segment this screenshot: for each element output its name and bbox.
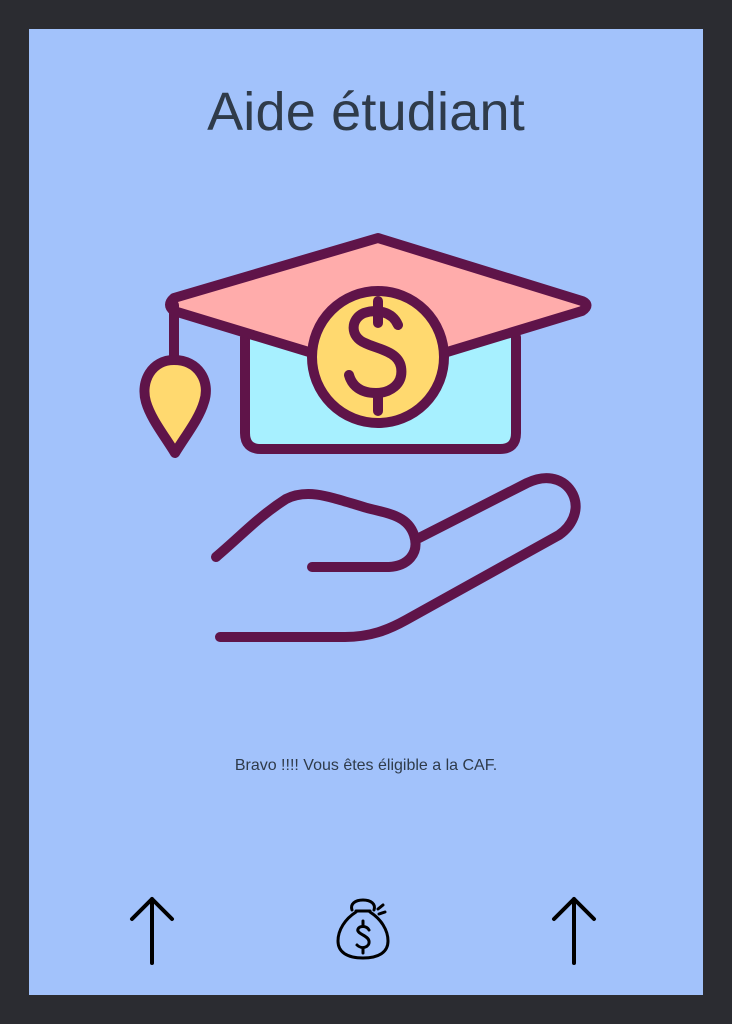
- arrow-up-icon: [130, 897, 174, 965]
- bottom-navigation: [29, 889, 703, 969]
- page-title: Aide étudiant: [207, 82, 525, 142]
- eligibility-message: Bravo !!!! Vous êtes éligible a la CAF.: [234, 757, 498, 774]
- money-bag-icon: [336, 898, 390, 960]
- arrow-up-button-left[interactable]: [117, 889, 187, 969]
- arrow-up-button-right[interactable]: [539, 889, 609, 969]
- app-screen: Aide étudiant Bravo !!!! Vous êtes éligi…: [29, 29, 703, 995]
- graduation-cap-money-hand-icon: [139, 233, 592, 642]
- arrow-up-icon: [552, 897, 596, 965]
- money-bag-button[interactable]: [328, 889, 398, 969]
